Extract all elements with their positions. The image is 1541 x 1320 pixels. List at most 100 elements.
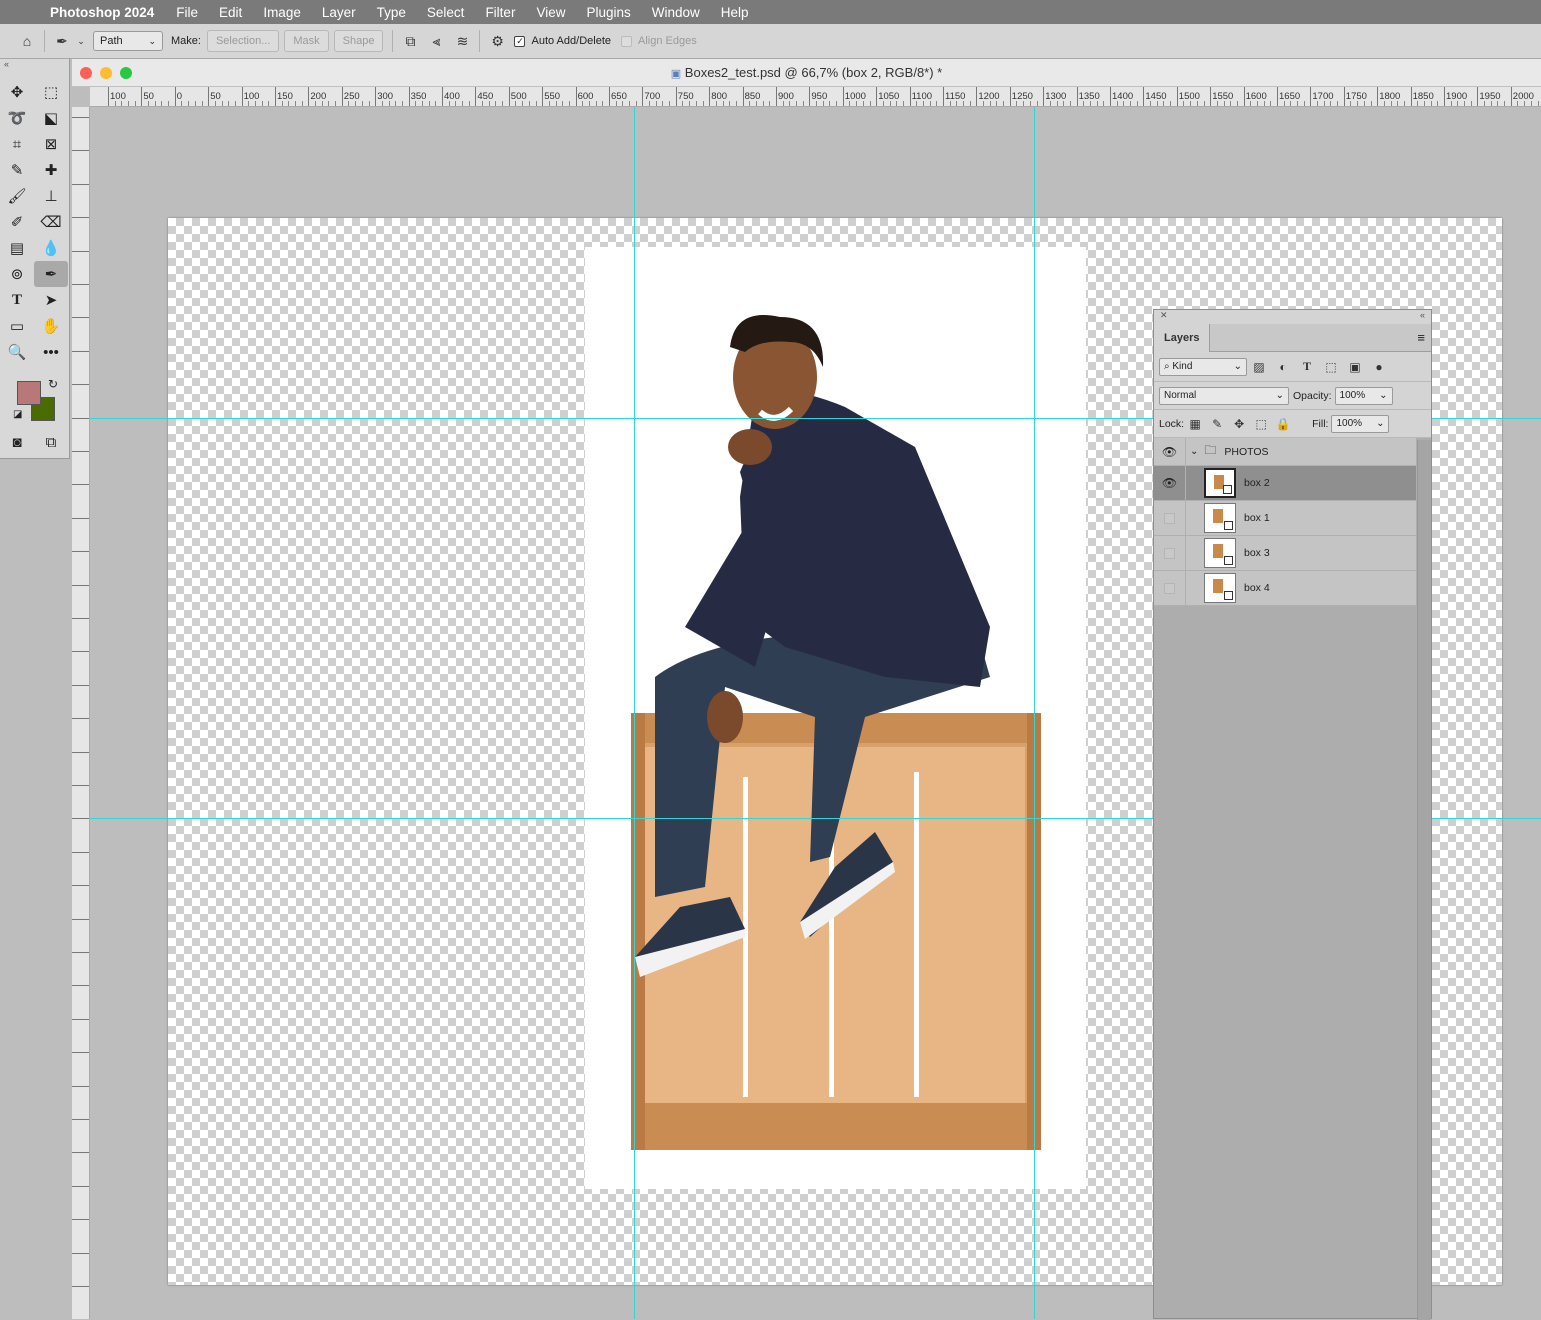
vertical-ruler[interactable] (72, 107, 90, 1319)
marquee-icon[interactable]: ⬚ (34, 79, 68, 105)
path-operations-icon[interactable]: ⧉ (397, 28, 423, 54)
panel-collapse-icon[interactable]: « (0, 59, 69, 79)
hand-icon[interactable]: ✋ (34, 313, 68, 339)
default-colors-icon[interactable]: ◪ (13, 409, 22, 420)
make-mask-button[interactable]: Mask (284, 30, 329, 52)
menu-window[interactable]: Window (652, 5, 700, 20)
filter-type-icon[interactable]: T (1295, 359, 1319, 374)
ruler-tick (1343, 87, 1345, 106)
dodge-icon[interactable]: ⊚ (0, 261, 34, 287)
type-icon[interactable]: T (0, 287, 34, 313)
menu-image[interactable]: Image (263, 5, 301, 20)
home-icon[interactable]: ⌂ (14, 28, 40, 54)
object-select-icon[interactable]: ⬕ (34, 105, 68, 131)
horizontal-ruler[interactable]: 100 50 0 50 100 150 200 250 300 350 400 450 500 550 60… (90, 87, 1541, 107)
path-alignment-icon[interactable]: ⫷ (423, 28, 449, 54)
ruler-tick (809, 87, 811, 106)
ruler-label: 550 (544, 91, 561, 102)
path-arrangement-icon[interactable]: ≋ (449, 28, 475, 54)
menu-help[interactable]: Help (721, 5, 749, 20)
eye-icon[interactable]: 👁 (1154, 465, 1186, 501)
foreground-color-swatch[interactable] (17, 381, 41, 405)
chevron-down-icon[interactable]: ⌄ (75, 28, 87, 54)
ruler-minor-tick (1083, 101, 1085, 106)
blend-mode-select[interactable]: Normal ⌄ (1159, 386, 1289, 405)
healing-brush-icon[interactable]: ✚ (34, 157, 68, 183)
panel-menu-icon[interactable]: ≡ (1417, 330, 1425, 345)
menu-filter[interactable]: Filter (485, 5, 515, 20)
stamp-icon[interactable]: ⊥ (34, 183, 68, 209)
rectangle-icon[interactable]: ▭ (0, 313, 34, 339)
app-name-menu[interactable]: Photoshop 2024 (50, 5, 154, 20)
frame-icon[interactable]: ⊠ (34, 131, 68, 157)
menu-plugins[interactable]: Plugins (586, 5, 630, 20)
menu-type[interactable]: Type (377, 5, 406, 20)
lock-pixels-icon[interactable]: ✎ (1206, 417, 1228, 431)
ruler-minor-tick (1089, 101, 1091, 106)
visibility-toggle[interactable] (1154, 535, 1186, 571)
pen-tool-preset-icon[interactable]: ✒ (49, 28, 75, 54)
align-edges-checkbox[interactable] (621, 35, 632, 47)
menu-file[interactable]: File (176, 5, 198, 20)
gradient-icon[interactable]: ▤ (0, 235, 34, 261)
layers-scrollbar[interactable] (1417, 440, 1431, 1320)
menu-layer[interactable]: Layer (322, 5, 356, 20)
layer-filter-kind-select[interactable]: ⌕ Kind ⌄ (1159, 357, 1247, 376)
path-select-icon[interactable]: ➤ (34, 287, 68, 313)
swap-colors-icon[interactable]: ↻ (48, 377, 58, 391)
filter-shape-icon[interactable]: ⬚ (1319, 360, 1343, 374)
guide-vertical[interactable] (634, 107, 635, 1319)
pen-icon[interactable]: ✒ (34, 261, 68, 287)
auto-add-delete-checkbox[interactable]: ✓ (514, 35, 526, 47)
guide-vertical[interactable] (1034, 107, 1035, 1319)
blur-icon[interactable]: 💧 (34, 235, 68, 261)
menu-select[interactable]: Select (427, 5, 465, 20)
filter-smart-object-icon[interactable]: ▣ (1343, 360, 1367, 374)
fill-input[interactable]: 100% ⌄ (1331, 414, 1390, 433)
layer-row[interactable]: box 4 (1154, 570, 1416, 606)
menu-view[interactable]: View (536, 5, 565, 20)
close-icon[interactable]: ✕ (1160, 310, 1168, 324)
chevron-down-icon[interactable]: ⌄ (1190, 446, 1198, 457)
visibility-toggle[interactable] (1154, 570, 1186, 606)
layer-group-row[interactable]: 👁 ⌄ 🗀 PHOTOS (1154, 437, 1416, 466)
ruler-tick (72, 350, 89, 352)
more-tools-icon[interactable]: ••• (34, 339, 68, 365)
brush-icon[interactable]: 🖌 (0, 183, 34, 209)
menu-edit[interactable]: Edit (219, 5, 242, 20)
layer-row[interactable]: box 3 (1154, 535, 1416, 571)
opacity-input[interactable]: 100% ⌄ (1334, 386, 1393, 405)
lock-position-icon[interactable]: ✥ (1228, 417, 1250, 431)
ruler-minor-tick (1390, 101, 1392, 106)
move-icon[interactable]: ✥ (0, 79, 34, 105)
collapse-icon[interactable]: « (1420, 310, 1425, 324)
lock-transparent-icon[interactable]: ▦ (1184, 417, 1206, 431)
zoom-icon[interactable]: 🔍 (0, 339, 34, 365)
filter-pixel-icon[interactable]: ▨ (1247, 360, 1271, 374)
layer-row[interactable]: 👁 box 2 (1154, 465, 1416, 501)
eye-icon[interactable]: 👁 (1154, 437, 1186, 466)
eraser-icon[interactable]: ⌫ (34, 209, 68, 235)
gear-icon[interactable]: ⚙ (484, 28, 510, 54)
ruler-label: 400 (444, 91, 460, 102)
layer-row[interactable]: box 1 (1154, 500, 1416, 536)
lasso-icon[interactable]: ➰ (0, 105, 34, 131)
make-selection-button[interactable]: Selection... (206, 30, 280, 52)
tab-layers[interactable]: Layers (1154, 323, 1211, 352)
ruler-label: 200 (310, 91, 327, 102)
lock-artboard-icon[interactable]: ⬚ (1250, 417, 1272, 431)
screen-mode-icon[interactable]: ⧉ (34, 429, 68, 455)
lock-all-icon[interactable]: 🔒 (1272, 417, 1294, 431)
make-shape-button[interactable]: Shape (333, 30, 384, 52)
chevron-down-icon: ⌄ (1233, 361, 1242, 372)
history-brush-icon[interactable]: ✐ (0, 209, 34, 235)
quick-mask-icon[interactable]: ◙ (0, 429, 34, 455)
crop-icon[interactable]: ⌗ (0, 131, 34, 157)
visibility-toggle[interactable] (1154, 500, 1186, 536)
ruler-tick (72, 684, 89, 686)
ruler-minor-tick (1430, 101, 1432, 106)
eyedropper-icon[interactable]: ✎ (0, 157, 34, 183)
filter-adjustment-icon[interactable]: ◐ (1271, 360, 1295, 374)
filter-toggle-icon[interactable]: ● (1367, 360, 1391, 374)
pen-mode-select[interactable]: Path ⌄ (93, 31, 163, 51)
